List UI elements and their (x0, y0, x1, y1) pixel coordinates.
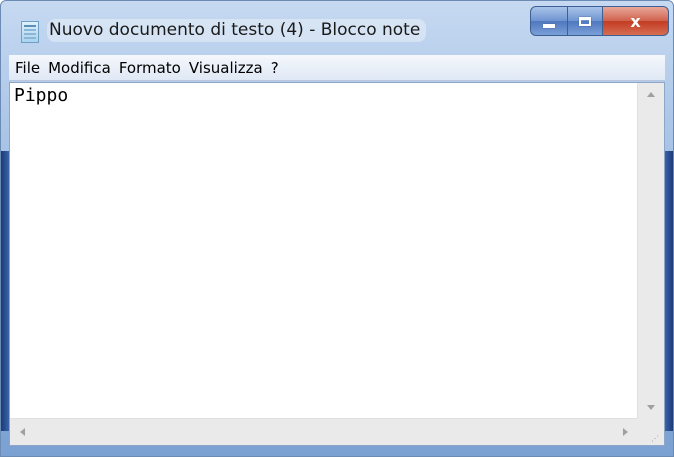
window-frame-left (1, 151, 9, 431)
menu-bar: File Modifica Formato Visualizza ? (9, 55, 665, 81)
resize-grip-icon: ⋰ (651, 434, 660, 443)
scroll-down-arrow-icon[interactable] (647, 405, 655, 410)
window-title: Nuovo documento di testo (4) - Blocco no… (47, 19, 427, 42)
scroll-up-arrow-icon[interactable] (647, 92, 655, 97)
window-frame-right (665, 151, 673, 431)
scroll-left-arrow-icon[interactable] (20, 428, 25, 436)
menu-help[interactable]: ? (271, 59, 283, 77)
title-bar[interactable]: Nuovo documento di testo (4) - Blocco no… (1, 1, 673, 53)
window-controls: x (530, 6, 669, 40)
menu-formato[interactable]: Formato (119, 59, 185, 77)
text-editor[interactable]: Pippo ⋰ (9, 82, 665, 446)
close-icon: x (630, 11, 641, 31)
vertical-scrollbar[interactable] (637, 83, 664, 419)
resize-grip[interactable]: ⋰ (638, 419, 664, 445)
minimize-icon (543, 24, 555, 28)
maximize-icon (579, 16, 591, 26)
menu-modifica[interactable]: Modifica (48, 59, 115, 77)
notepad-window: Nuovo documento di testo (4) - Blocco no… (0, 0, 674, 457)
editor-text[interactable]: Pippo (10, 83, 635, 419)
scroll-right-arrow-icon[interactable] (623, 428, 628, 436)
horizontal-scrollbar[interactable] (10, 418, 638, 445)
close-button[interactable]: x (603, 6, 669, 36)
menu-file[interactable]: File (15, 59, 44, 77)
maximize-button[interactable] (568, 6, 603, 36)
minimize-button[interactable] (530, 6, 568, 36)
notepad-icon[interactable] (21, 21, 39, 43)
menu-visualizza[interactable]: Visualizza (189, 59, 267, 77)
